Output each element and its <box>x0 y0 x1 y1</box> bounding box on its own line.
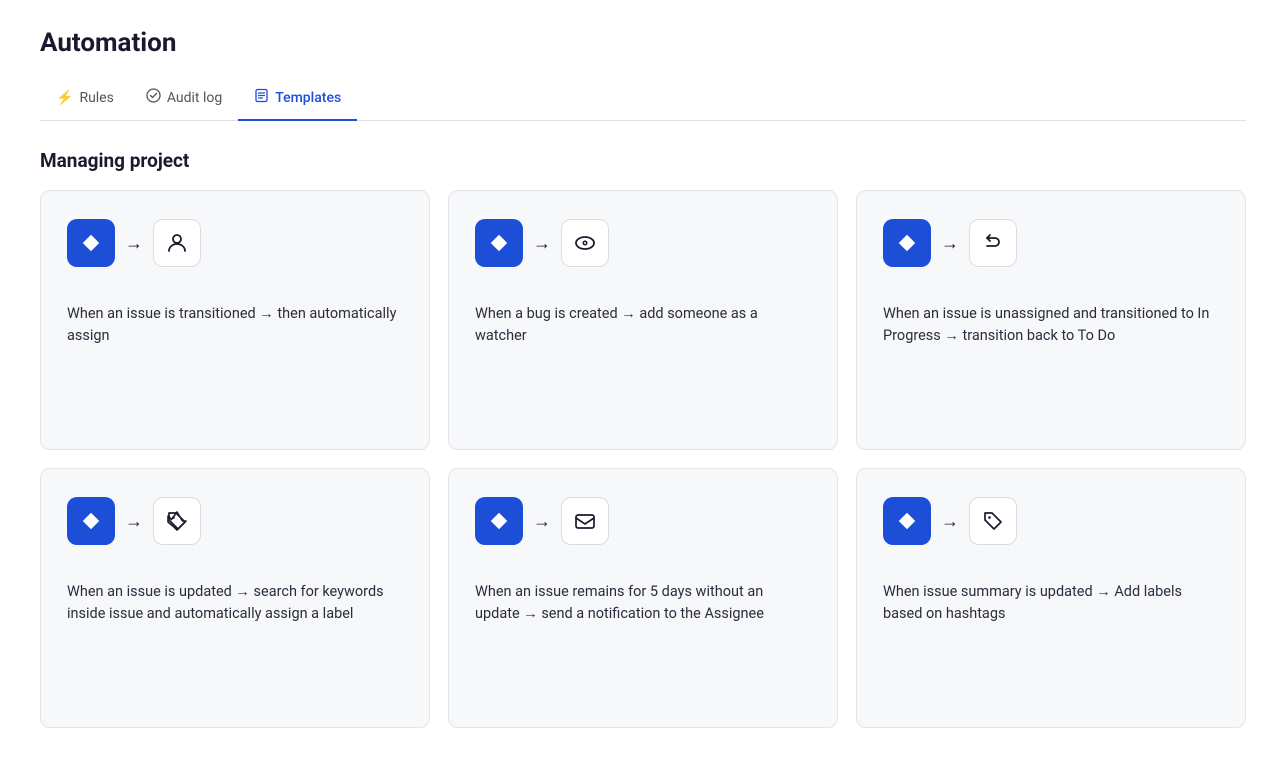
template-card-2[interactable]: → When a bug is created → add someone as… <box>448 190 838 450</box>
arrow-6: → <box>941 511 959 532</box>
audit-icon <box>146 88 161 107</box>
action-icon-box-6 <box>969 497 1017 545</box>
tabs-nav: ⚡ Rules Audit log Templates <box>40 78 1246 121</box>
card-4-description: When an issue is updated → search for ke… <box>67 581 403 626</box>
section-title: Managing project <box>40 149 1246 172</box>
rules-icon: ⚡ <box>56 90 73 106</box>
trigger-icon-box-6 <box>883 497 931 545</box>
card-1-description: When an issue is transitioned → then aut… <box>67 303 403 348</box>
template-card-1[interactable]: → When an issue is transitioned → then a… <box>40 190 430 450</box>
trigger-icon-box-1 <box>67 219 115 267</box>
page-title: Automation <box>40 28 1246 58</box>
template-card-6[interactable]: → When issue summary is updated → Add la… <box>856 468 1246 728</box>
trigger-icon-box-5 <box>475 497 523 545</box>
card-3-description: When an issue is unassigned and transiti… <box>883 303 1219 348</box>
tab-templates[interactable]: Templates <box>238 78 357 121</box>
arrow-5: → <box>533 511 551 532</box>
action-icon-box-5 <box>561 497 609 545</box>
arrow-2: → <box>533 233 551 254</box>
card-4-icons: → <box>67 497 403 545</box>
templates-icon <box>254 88 269 107</box>
trigger-icon-box-2 <box>475 219 523 267</box>
card-5-description: When an issue remains for 5 days without… <box>475 581 811 626</box>
tab-audit-label: Audit log <box>167 90 222 106</box>
template-card-5[interactable]: → When an issue remains for 5 days witho… <box>448 468 838 728</box>
tab-rules[interactable]: ⚡ Rules <box>40 80 130 120</box>
arrow-4: → <box>125 511 143 532</box>
card-5-icons: → <box>475 497 811 545</box>
card-6-description: When issue summary is updated → Add labe… <box>883 581 1219 626</box>
card-3-icons: → <box>883 219 1219 267</box>
action-icon-box-4 <box>153 497 201 545</box>
card-2-icons: → <box>475 219 811 267</box>
cards-grid: → When an issue is transitioned → then a… <box>40 190 1246 728</box>
template-card-3[interactable]: → When an issue is unassigned and transi… <box>856 190 1246 450</box>
trigger-icon-box-3 <box>883 219 931 267</box>
card-2-description: When a bug is created → add someone as a… <box>475 303 811 348</box>
tab-templates-label: Templates <box>275 90 341 106</box>
trigger-icon-box-4 <box>67 497 115 545</box>
action-icon-box-3 <box>969 219 1017 267</box>
arrow-1: → <box>125 233 143 254</box>
action-icon-box-1 <box>153 219 201 267</box>
action-icon-box-2 <box>561 219 609 267</box>
template-card-4[interactable]: → When an issue is updated → search for … <box>40 468 430 728</box>
tab-rules-label: Rules <box>79 90 113 106</box>
card-6-icons: → <box>883 497 1219 545</box>
page-wrapper: Automation ⚡ Rules Audit log Templates <box>0 0 1286 768</box>
card-1-icons: → <box>67 219 403 267</box>
arrow-3: → <box>941 233 959 254</box>
tab-audit-log[interactable]: Audit log <box>130 78 238 121</box>
